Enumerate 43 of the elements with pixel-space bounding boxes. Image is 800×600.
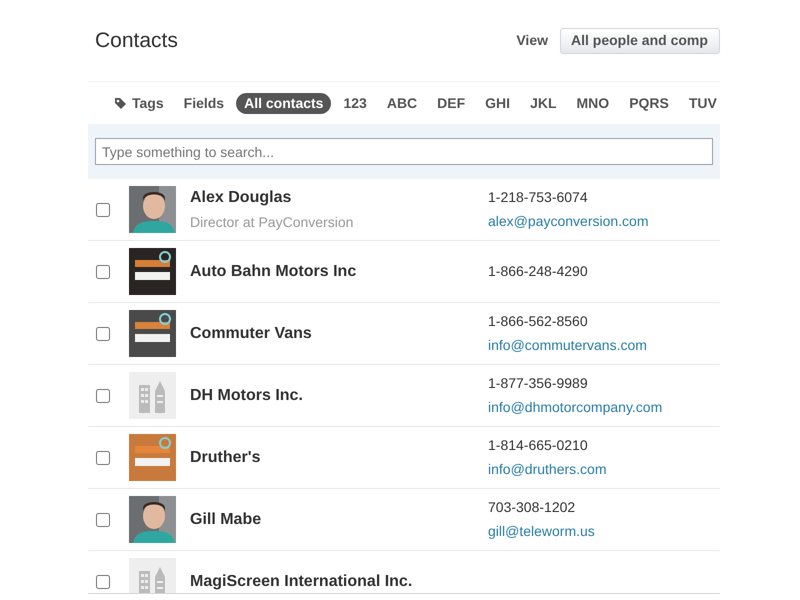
filter-tab[interactable]: TUV — [680, 92, 720, 114]
email-link[interactable]: info@commutervans.com — [488, 335, 647, 356]
filter-tab[interactable]: 123 — [335, 92, 375, 114]
email-link[interactable]: gill@teleworm.us — [488, 521, 595, 542]
contact-name[interactable]: Commuter Vans — [190, 322, 488, 346]
phone-number: 1-866-248-4290 — [488, 262, 588, 281]
contact-name[interactable]: Gill Mabe — [190, 508, 488, 532]
filter-tab[interactable]: ABC — [378, 92, 426, 114]
contact-name[interactable]: MagiScreen International Inc. — [190, 570, 488, 593]
view-label: View — [516, 31, 548, 50]
email-link[interactable]: info@dhmotorcompany.com — [488, 397, 662, 418]
filter-tab[interactable]: PQRS — [621, 92, 677, 114]
checkbox[interactable] — [96, 202, 110, 216]
tag-icon — [114, 96, 127, 110]
phone-number: 1-814-665-0210 — [488, 436, 589, 455]
phone-number: 1-866-562-8560 — [488, 312, 589, 331]
filter-tab[interactable]: GHI — [477, 92, 518, 114]
contact-name[interactable]: Auto Bahn Motors Inc — [190, 260, 488, 284]
email-link[interactable]: info@druthers.com — [488, 459, 606, 480]
search-field[interactable]: Type something to search... — [95, 138, 713, 165]
phone-number: 1-877-356-9989 — [488, 374, 589, 393]
checkbox[interactable] — [96, 512, 110, 526]
contact-name[interactable]: DH Motors Inc. — [190, 384, 488, 408]
page-title: Contacts — [95, 28, 178, 54]
view-dropdown[interactable]: All people and comp — [560, 28, 720, 54]
filter-tab[interactable]: Tags — [106, 92, 172, 114]
contact-name[interactable]: Druther's — [190, 446, 488, 470]
phone-number: 1-218-753-6074 — [488, 188, 589, 207]
checkbox[interactable] — [96, 326, 110, 340]
filter-tab[interactable]: Fields — [176, 92, 232, 114]
filter-tab[interactable]: MNO — [568, 92, 618, 114]
checkbox[interactable] — [96, 450, 110, 464]
checkbox[interactable] — [96, 264, 110, 278]
filter-tab[interactable]: DEF — [429, 92, 474, 114]
checkbox[interactable] — [96, 388, 110, 402]
contact-name[interactable]: Alex Douglas — [190, 186, 488, 210]
phone-number: 703-308-1202 — [488, 498, 576, 517]
checkbox[interactable] — [96, 574, 110, 588]
building-icon — [138, 378, 168, 412]
contact-title: Director at PayConversion — [190, 213, 354, 232]
filter-tab[interactable]: All contacts — [236, 92, 332, 114]
filter-tab[interactable]: JKL — [522, 92, 565, 114]
email-link[interactable]: alex@payconversion.com — [488, 211, 649, 232]
